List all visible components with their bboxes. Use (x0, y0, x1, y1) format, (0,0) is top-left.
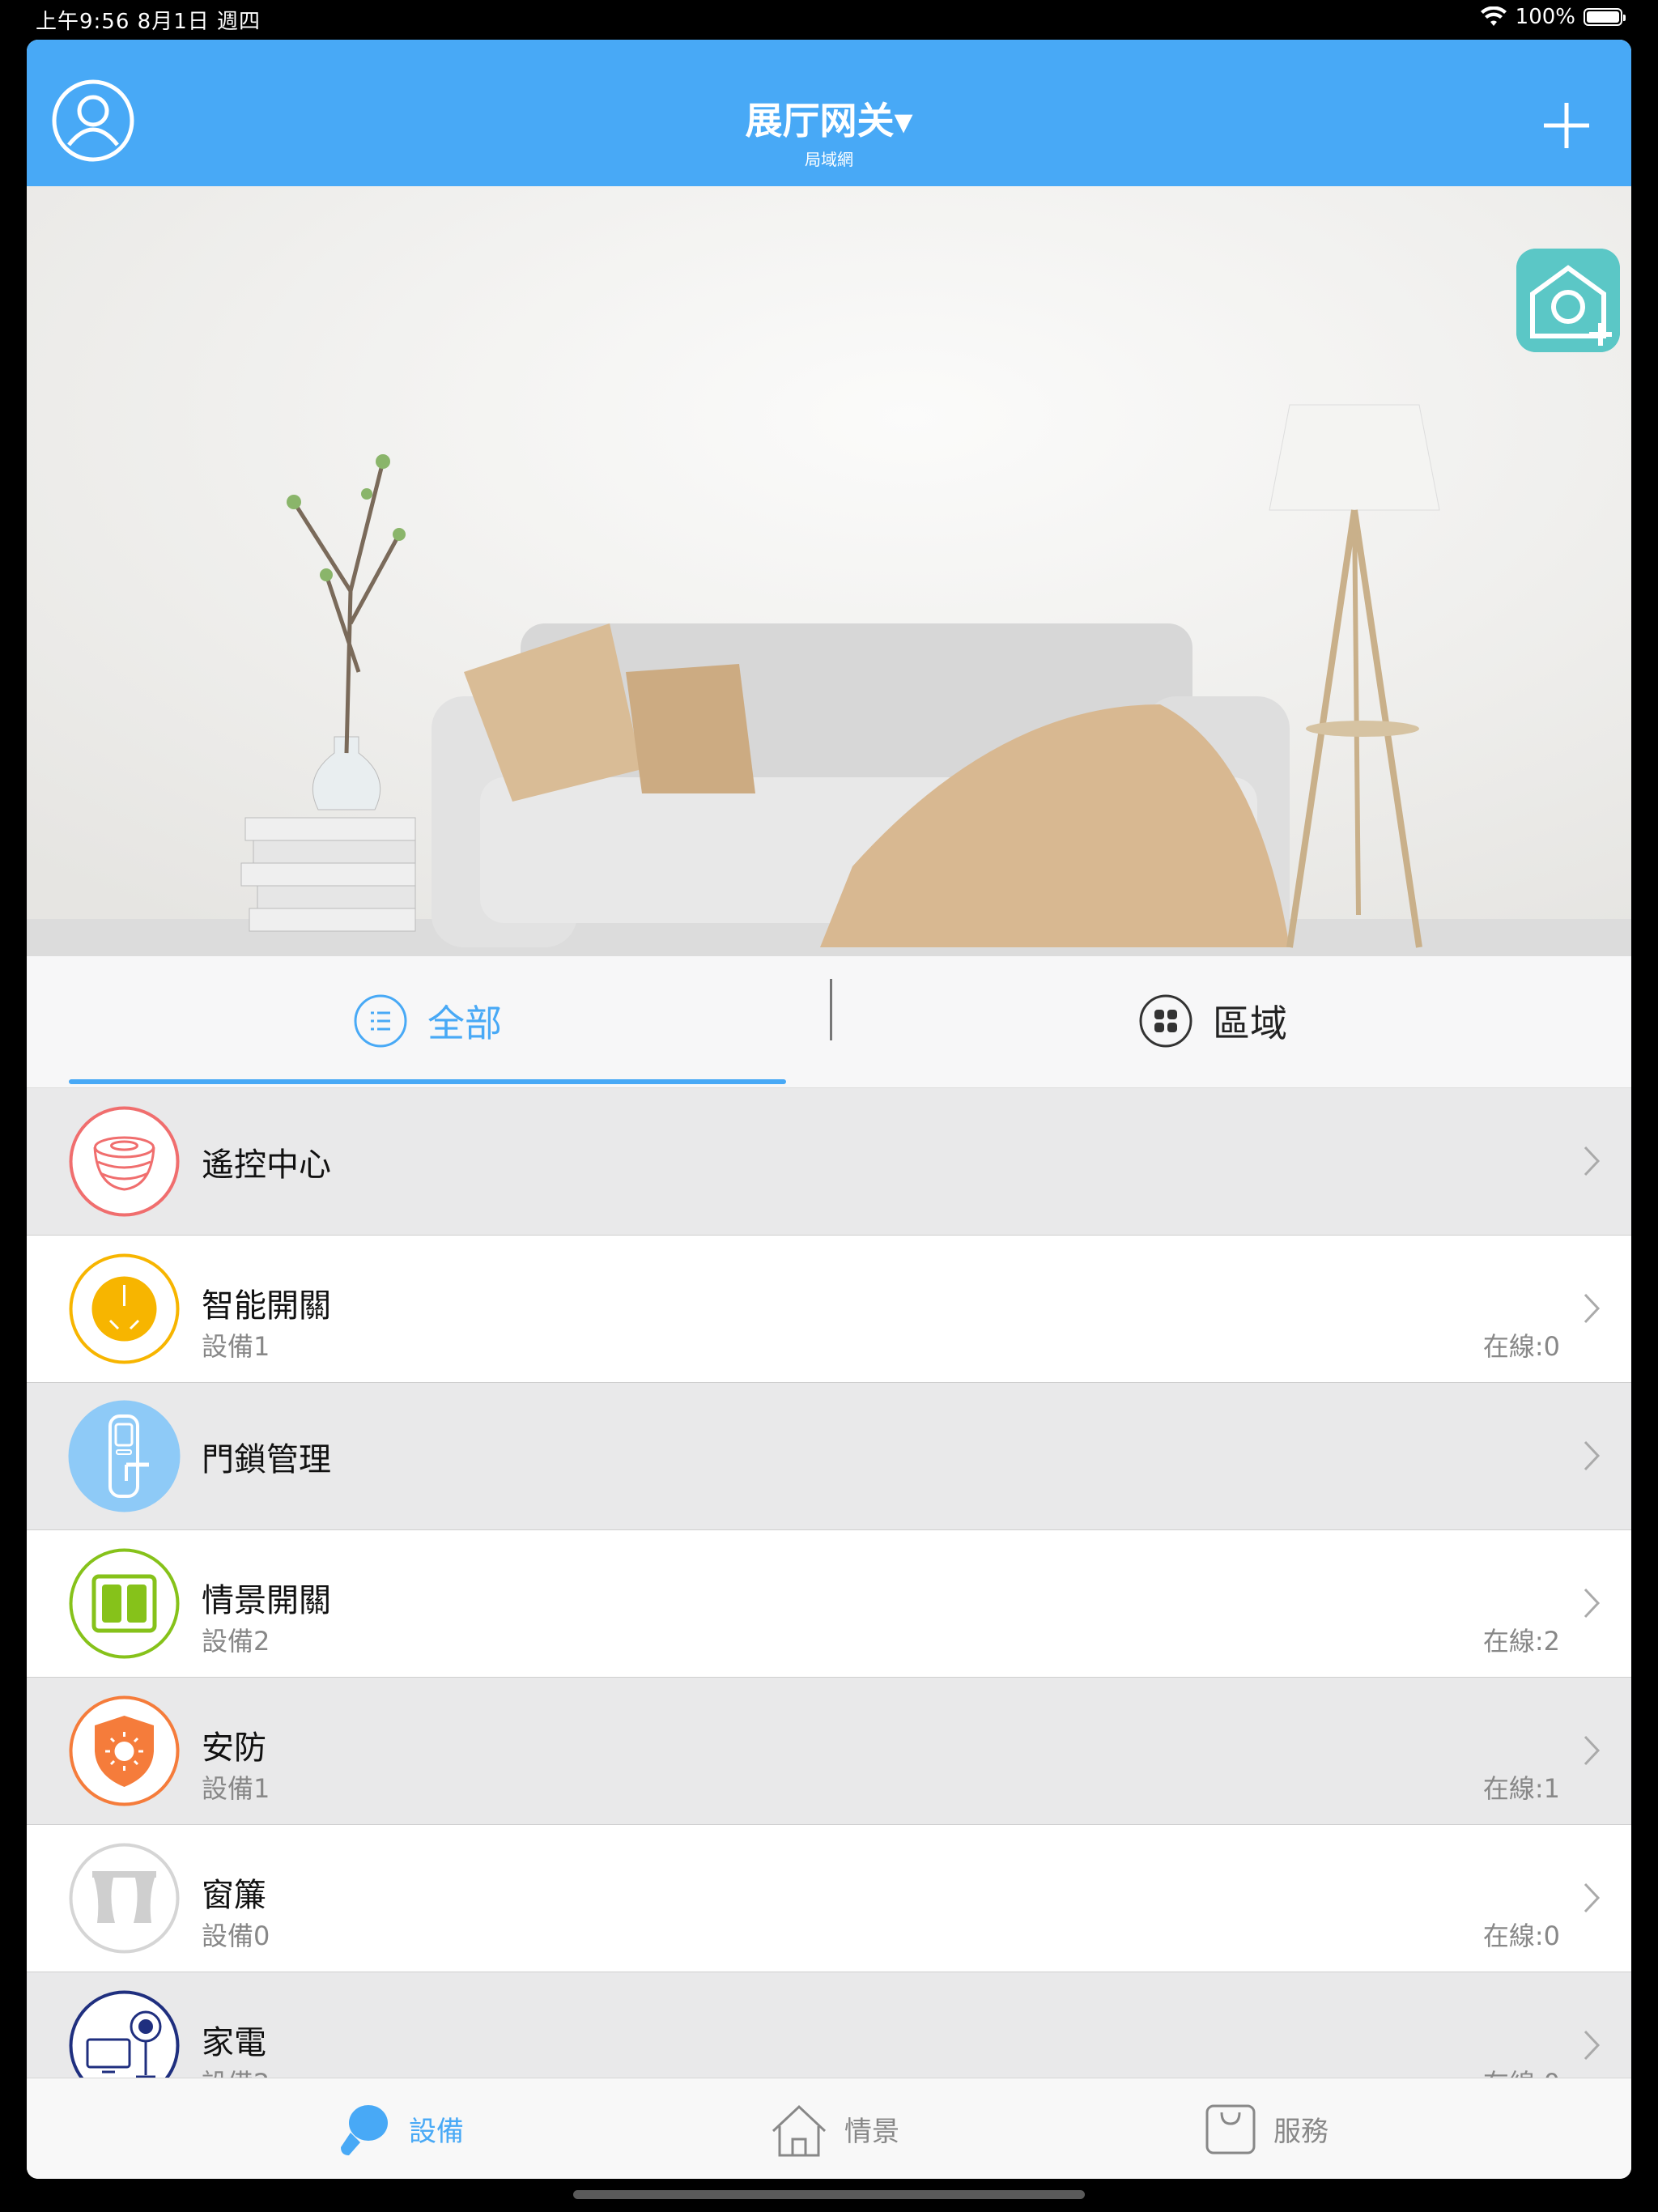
tab-area-label: 區域 (1213, 1002, 1287, 1045)
grid-icon (1139, 994, 1192, 1048)
tab-devices[interactable]: 設備 (333, 2078, 464, 2179)
scene-switch-icon (69, 1548, 180, 1659)
bottom-tab-bar: 設備 情景 服務 (27, 2078, 1631, 2179)
door-lock-icon (68, 1400, 181, 1512)
online-count: 在線:0 (1482, 1921, 1560, 1951)
chevron-right-icon (1584, 1146, 1601, 1176)
battery-percent: 100% (1515, 5, 1575, 29)
device-count: 設備2 (202, 1626, 270, 1657)
list-icon (354, 994, 407, 1048)
add-home-icon[interactable] (1516, 249, 1620, 352)
status-time-date: 上午9:56 8月1日 週四 (36, 10, 261, 34)
home-icon (772, 2104, 827, 2156)
list-item[interactable]: 智能開關 設備1 在線:0 (27, 1236, 1631, 1383)
status-bar: 上午9:56 8月1日 週四 100% (0, 0, 1658, 39)
tab-active-indicator (69, 1079, 786, 1084)
security-shield-icon (69, 1695, 180, 1806)
list-item[interactable]: 門鎖管理 (27, 1383, 1631, 1530)
tab-service-label: 服務 (1273, 2116, 1329, 2148)
navbar: 展厅网关▾ 局域網 (27, 40, 1631, 186)
tab-scene-label: 情景 (844, 2116, 899, 2148)
chevron-right-icon (1584, 1735, 1601, 1766)
online-count: 在線:1 (1482, 1773, 1560, 1804)
tab-service[interactable]: 服務 (1202, 2078, 1329, 2179)
plus-icon[interactable] (1541, 100, 1592, 151)
device-category-list: 遙控中心 智能開關 設備1 在線:0 門鎖管理 情景開關 設備2 在線:2 安防… (27, 1088, 1631, 2120)
bag-icon (1205, 2104, 1256, 2154)
tab-scene[interactable]: 情景 (768, 2078, 899, 2179)
gateway-subtitle: 局域網 (805, 150, 853, 169)
list-item[interactable]: 安防 設備1 在線:1 (27, 1678, 1631, 1825)
curtain-icon (69, 1843, 180, 1954)
tab-all-label: 全部 (427, 1002, 502, 1045)
chevron-right-icon (1584, 2030, 1601, 2061)
tab-all[interactable]: 全部 (69, 956, 786, 1086)
tab-divider (830, 979, 832, 1040)
category-title: 安防 (202, 1729, 266, 1767)
category-title: 遙控中心 (202, 1146, 331, 1184)
online-count: 在線:2 (1482, 1626, 1560, 1657)
chevron-right-icon (1584, 1882, 1601, 1913)
living-room-banner (27, 186, 1631, 956)
tab-devices-label: 設備 (409, 2116, 464, 2148)
device-count: 設備1 (202, 1773, 270, 1804)
remote-hub-icon (69, 1106, 180, 1217)
chevron-right-icon (1584, 1588, 1601, 1619)
category-title: 窗簾 (202, 1877, 266, 1914)
online-count: 在線:0 (1482, 1331, 1560, 1362)
category-title: 家電 (202, 2024, 266, 2061)
category-title: 情景開關 (202, 1582, 331, 1619)
category-title: 智能開關 (202, 1287, 331, 1325)
home-indicator[interactable] (573, 2190, 1085, 2199)
tab-area[interactable]: 區域 (836, 956, 1589, 1086)
list-item[interactable]: 窗簾 設備0 在線:0 (27, 1825, 1631, 1972)
category-title: 門鎖管理 (202, 1441, 331, 1478)
smart-switch-icon (69, 1253, 180, 1364)
device-count: 設備1 (202, 1331, 270, 1362)
gateway-selector[interactable]: 展厅网关▾ 局域網 (27, 91, 1631, 170)
segment-tabs: 全部 區域 (27, 956, 1631, 1088)
battery-icon (1584, 8, 1626, 26)
device-count: 設備0 (202, 1921, 270, 1951)
list-item[interactable]: 遙控中心 (27, 1088, 1631, 1236)
chevron-right-icon (1584, 1293, 1601, 1324)
bulb-icon (341, 2104, 388, 2155)
chevron-right-icon (1584, 1440, 1601, 1471)
wifi-icon (1480, 6, 1507, 26)
app-window: 展厅网关▾ 局域網 全部 區域 遙控中心 智能開關 設備1 在線:0 門鎖管理 … (27, 40, 1631, 2179)
gateway-title[interactable]: 展厅网关▾ (27, 91, 1631, 145)
list-item[interactable]: 情景開關 設備2 在線:2 (27, 1530, 1631, 1678)
